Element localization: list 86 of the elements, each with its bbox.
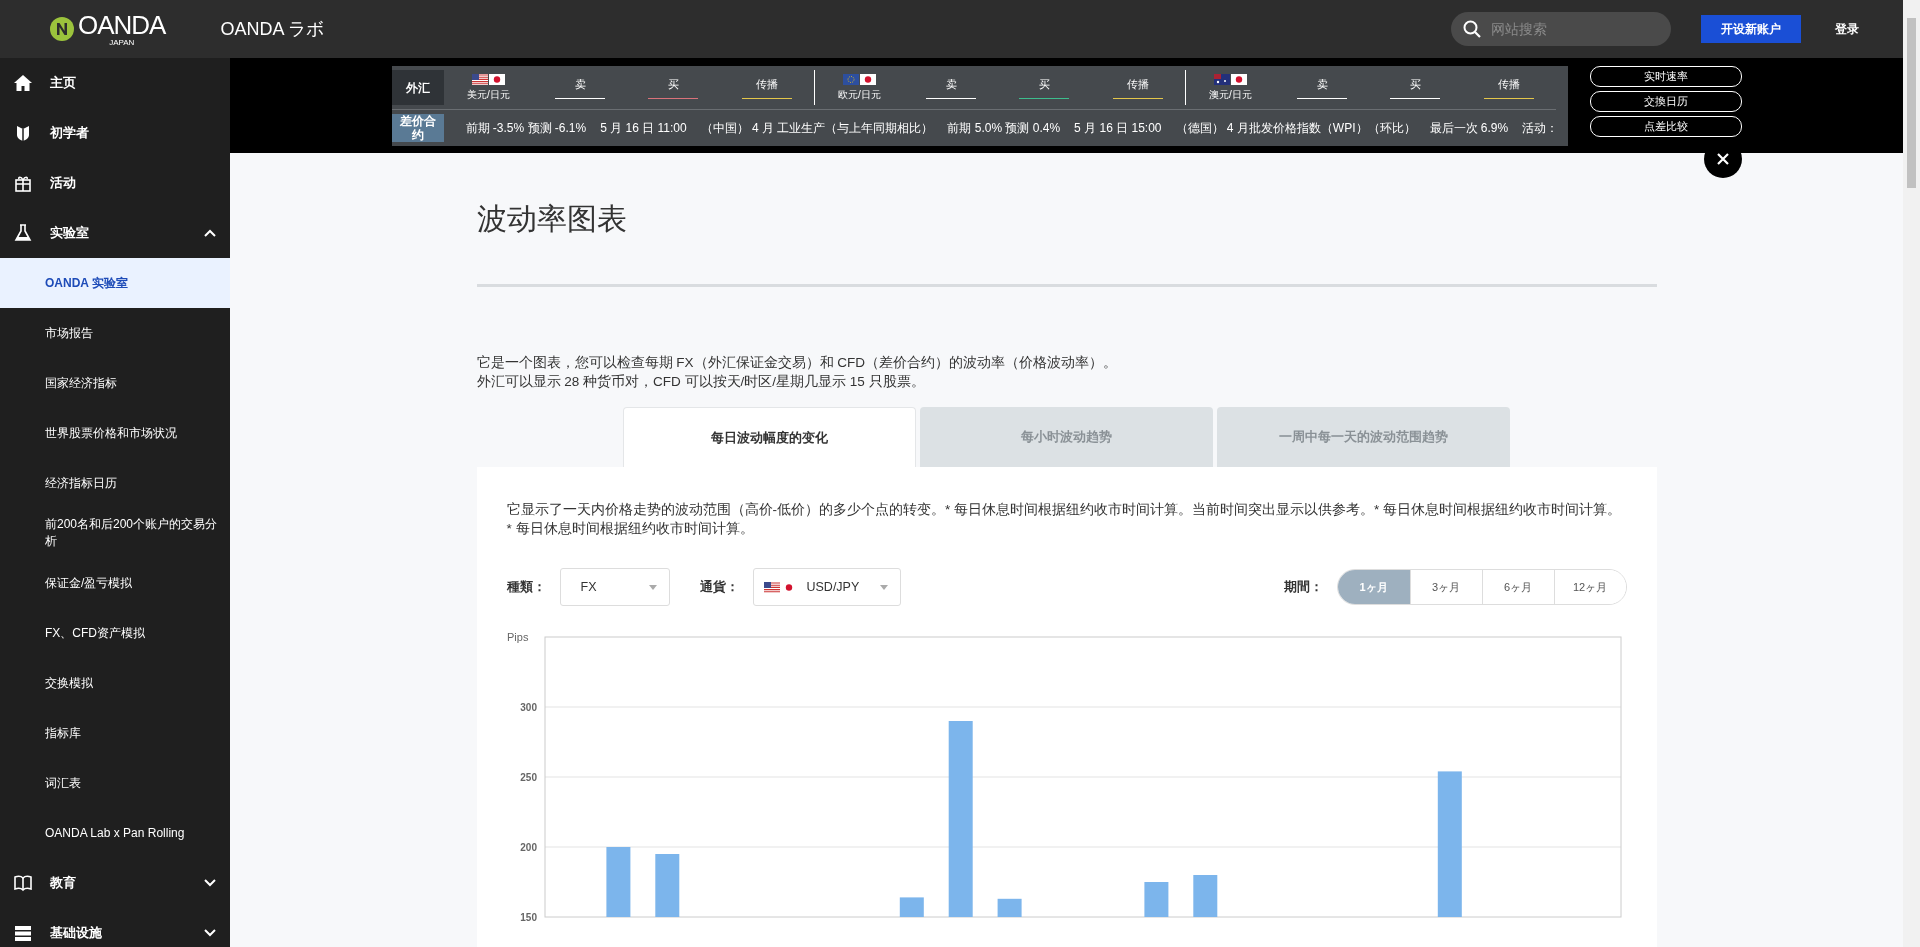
ticker-text: （德国） 4 月批发价格指数（WPI）（环比） [1175, 119, 1416, 137]
quote-label: 传播 [1126, 76, 1149, 92]
quote-label: 买 [1039, 76, 1050, 92]
caret-icon [648, 584, 657, 590]
server-icon [14, 924, 32, 942]
currency-dropdown[interactable]: USD/JPY [752, 568, 901, 606]
japan-flag-icon [489, 73, 505, 85]
ticker-text: （中国） 4 月 工业生产（与上年同期相比） [700, 119, 934, 137]
logo-subtitle: JAPAN [109, 37, 135, 47]
axis-tick-label: 250 [519, 772, 537, 783]
ticker-text: 前期 5.0% 预测 0.4% [947, 119, 1061, 137]
axis-title: Pips [506, 631, 528, 643]
australia-flag-icon [1214, 73, 1230, 85]
sidebar-subitem[interactable]: 经济指标日历 [0, 458, 230, 508]
sidebar-subitem[interactable]: OANDA 实验室 [0, 258, 230, 308]
ticker-text: 最后一次 6.9% [1429, 119, 1509, 137]
ticker-label: 外汇 [391, 70, 444, 105]
quote-label: 传播 [755, 76, 778, 92]
filter-label: 通貨： [699, 578, 739, 596]
quote-label: 传播 [1497, 76, 1520, 92]
japan-flag-icon [1231, 73, 1247, 85]
axis-tick-label: 200 [519, 842, 537, 853]
axis-tick-label: 150 [519, 912, 537, 923]
scrollbar[interactable] [1903, 0, 1920, 947]
sidebar-item[interactable]: 活动 [0, 158, 230, 208]
ticker-label: 差价合约 [391, 114, 444, 142]
sidebar-subitem[interactable]: 前200名和后200个账户的交易分析 [0, 508, 230, 558]
quote-label: 卖 [574, 76, 586, 92]
sidebar-subitem[interactable]: 指标库 [0, 708, 230, 758]
description-text: * 每日休息时间根据纽约收市时间计算。 [506, 520, 755, 538]
sidebar-subitem[interactable]: 交换模拟 [0, 658, 230, 708]
open-account-button[interactable]: 开设新账户 [1701, 15, 1801, 43]
sidebar-subitem[interactable]: 保证金/盈亏模拟 [0, 558, 230, 608]
logo-icon [50, 17, 74, 41]
eu-flag-icon [843, 73, 859, 85]
close-icon [1716, 153, 1729, 165]
page-title: 波动率图表 [476, 201, 628, 237]
logo-text: OANDA [78, 11, 166, 38]
quote-label: 买 [668, 76, 679, 92]
site-title: OANDA ラボ [220, 18, 325, 41]
sidebar-subitem[interactable]: 世界股票价格和市场状况 [0, 408, 230, 458]
search-field[interactable]: 网站搜索 [1451, 12, 1671, 46]
ticker-text: 活动： [1522, 119, 1559, 137]
sidebar-item[interactable]: 教育 [0, 858, 230, 908]
currency-pair: 澳元/日元 [1209, 87, 1252, 102]
ticker-text: 5 月 16 日 11:00 [600, 119, 687, 137]
type-dropdown[interactable]: FX [559, 568, 670, 606]
quote-label: 买 [1410, 76, 1421, 92]
ticker-text: 5 月 16 日 15:00 [1074, 119, 1162, 137]
ticker-text: 前期 -3.5% 预测 -6.1% [465, 119, 587, 137]
us-flag-icon [472, 73, 488, 85]
sidebar-item[interactable]: 主页 [0, 58, 230, 108]
us-flag-icon [763, 581, 780, 593]
tab[interactable]: 每日波动幅度的变化 [623, 407, 916, 467]
gift-icon [14, 174, 32, 192]
period-option[interactable]: 12ヶ月 [1553, 570, 1626, 604]
intro-text: 外汇可以显示 28 种货币对，CFD 可以按天/时区/星期几显示 15 只股票。 [476, 373, 926, 391]
login-link[interactable]: 登录 [1829, 19, 1865, 39]
sidebar-subitem[interactable]: FX、CFD资产模拟 [0, 608, 230, 658]
scroll-thumb[interactable] [1907, 18, 1916, 188]
shield-leaf-icon [14, 124, 32, 142]
filter-label: 種類： [506, 578, 546, 596]
intro-text: 它是一个图表，您可以检查每期 FX（外汇保证金交易）和 CFD（差价合约）的波动率（价格波动率）。 [476, 354, 1118, 372]
caret-icon [879, 584, 888, 590]
currency-pair: 美元/日元 [467, 87, 510, 102]
sidebar-subitem[interactable]: 词汇表 [0, 758, 230, 808]
search-icon [1463, 20, 1481, 38]
book-icon [14, 874, 32, 892]
currency-pair: 欧元/日元 [838, 87, 881, 102]
sidebar-item[interactable]: 初学者 [0, 108, 230, 158]
sidebar-item[interactable]: 实验室 [0, 208, 230, 258]
quote-label: 卖 [945, 76, 957, 92]
home-icon [14, 74, 32, 92]
axis-tick-label: 300 [519, 702, 537, 713]
sidebar-item[interactable]: 基础设施 [0, 908, 230, 947]
ticker-button[interactable]: 点差比较 [1589, 116, 1742, 137]
quote-label: 卖 [1316, 76, 1328, 92]
description-text: 它显示了一天内价格走势的波动范围（高价-低价）的多少个点的转变。* 每日休息时间根据纽约收市时间计算。当前时间突出显示以供参考。* 每日休息时间根据纽约收市时间计算。 [506, 501, 1622, 519]
sidebar-subitem[interactable]: 市场报告 [0, 308, 230, 358]
ticker-button[interactable]: 实时速率 [1589, 66, 1742, 87]
filter-label: 期間： [1283, 578, 1323, 596]
sidebar-subitem[interactable]: 国家经济指标 [0, 358, 230, 408]
flask-icon [14, 224, 32, 242]
ticker-button[interactable]: 交換日历 [1589, 91, 1742, 112]
japan-flag-icon [860, 73, 876, 85]
sidebar-subitem[interactable]: OANDA Lab x Pan Rolling [0, 808, 230, 858]
